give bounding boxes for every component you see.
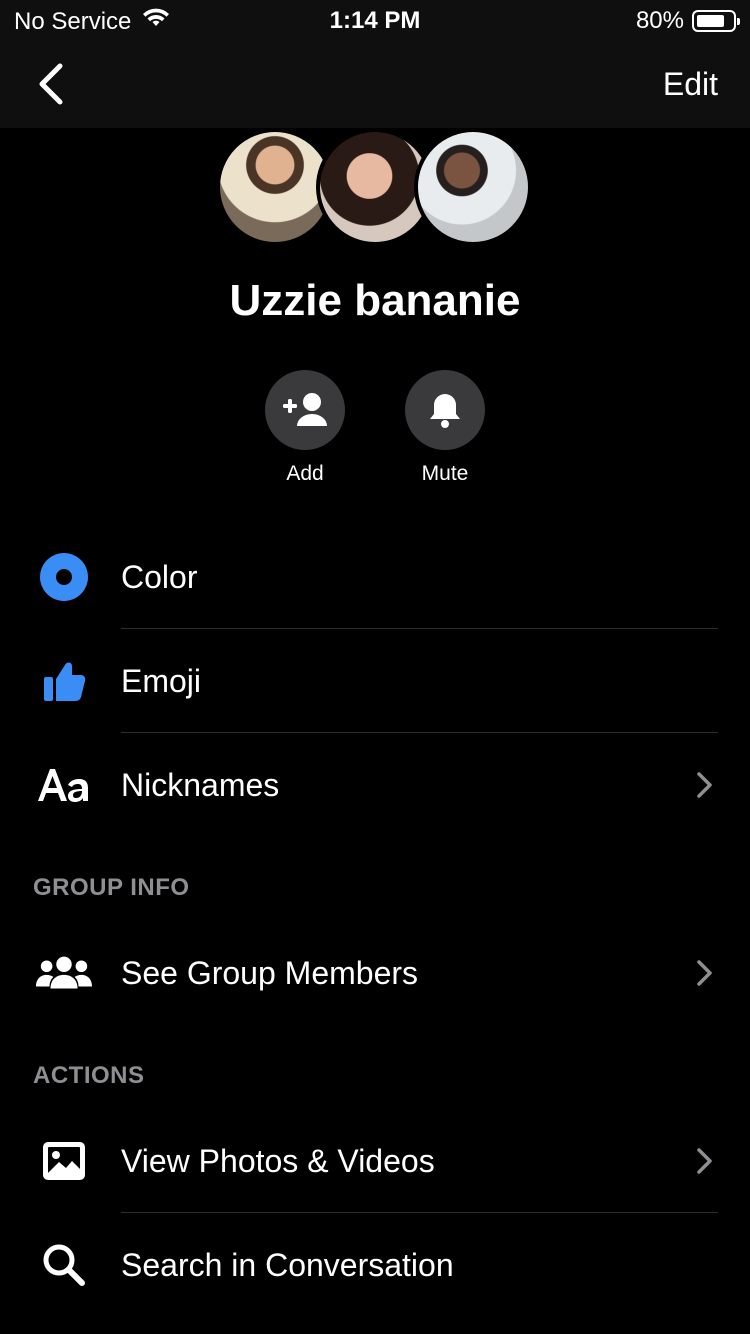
- mute-label: Mute: [421, 462, 469, 485]
- view-photos-videos-label: View Photos & Videos: [121, 1143, 435, 1179]
- bell-icon: [405, 370, 485, 450]
- nav-bar: Edit: [0, 40, 750, 128]
- emoji-row[interactable]: Emoji: [0, 629, 750, 733]
- chevron-right-icon: [696, 959, 714, 987]
- add-label: Add: [286, 462, 324, 485]
- add-button[interactable]: Add: [265, 370, 345, 486]
- battery-fill: [697, 15, 724, 27]
- search-icon: [36, 1239, 92, 1291]
- edit-button[interactable]: Edit: [663, 66, 718, 103]
- search-in-conversation-row[interactable]: Search in Conversation: [0, 1213, 750, 1317]
- chevron-right-icon: [696, 771, 714, 799]
- avatar: [414, 128, 532, 246]
- battery-percent: 80%: [635, 7, 684, 34]
- color-row[interactable]: Color: [0, 525, 750, 629]
- see-group-members-label: See Group Members: [121, 955, 419, 991]
- nicknames-row[interactable]: Nicknames: [0, 733, 750, 837]
- section-header-group-info: GROUP INFO: [33, 874, 190, 901]
- chevron-right-icon: [696, 1147, 714, 1175]
- group-avatars[interactable]: [0, 128, 750, 250]
- nicknames-label: Nicknames: [121, 767, 280, 803]
- add-person-icon: [265, 370, 345, 450]
- battery-icon: [692, 10, 740, 32]
- status-bar: No Service 1:14 PM 80%: [0, 0, 750, 40]
- color-icon: [36, 551, 92, 603]
- back-button[interactable]: [34, 62, 68, 106]
- chevron-left-icon: [34, 63, 68, 110]
- emoji-label: Emoji: [121, 663, 202, 699]
- mute-button[interactable]: Mute: [405, 370, 485, 486]
- color-label: Color: [121, 559, 198, 595]
- photo-icon: [36, 1135, 92, 1187]
- thumbs-up-icon: [36, 655, 92, 707]
- view-photos-videos-row[interactable]: View Photos & Videos: [0, 1109, 750, 1213]
- conversation-name: Uzzie bananie: [229, 276, 521, 325]
- text-aa-icon: [36, 759, 92, 811]
- group-members-icon: [36, 947, 92, 999]
- section-header-actions: ACTIONS: [33, 1062, 145, 1089]
- search-in-conversation-label: Search in Conversation: [121, 1247, 454, 1283]
- see-group-members-row[interactable]: See Group Members: [0, 921, 750, 1025]
- status-right: 80%: [635, 7, 740, 35]
